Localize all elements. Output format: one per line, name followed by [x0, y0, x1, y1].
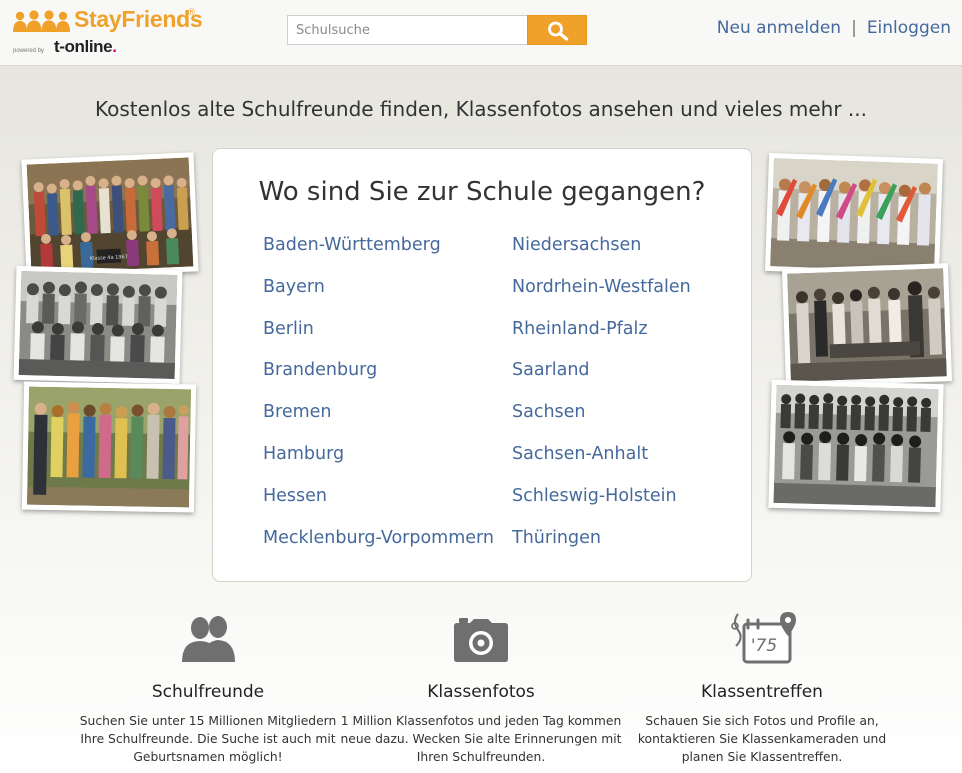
class-photo-left-1: Klasse 4a 1967 [21, 152, 199, 279]
header: StayFriends ® powered by t-online. Neu a… [0, 0, 962, 66]
brand-registered-mark: ® [187, 8, 196, 18]
auth-links: Neu anmelden | Einloggen [717, 18, 951, 38]
state-item: Sachsen [512, 402, 691, 444]
class-photo-left-2 [13, 265, 183, 385]
state-link-brandenburg[interactable]: Brandenburg [263, 360, 377, 380]
feature-description: Suchen Sie unter 15 Millionen Mitglieder… [79, 714, 337, 764]
state-link-thueringen[interactable]: Thüringen [512, 528, 601, 548]
state-item: Rheinland-Pfalz [512, 319, 691, 361]
class-photo-right-3 [768, 379, 944, 513]
reunion-calendar-icon: '75 [731, 612, 796, 664]
state-item: Berlin [263, 319, 494, 361]
logo-people-icon [13, 10, 70, 32]
state-item: Nordrhein-Westfalen [512, 277, 691, 319]
search-button[interactable] [527, 15, 587, 45]
state-item: Bayern [263, 277, 494, 319]
stayfriends-logo[interactable]: StayFriends ® powered by t-online. [10, 4, 203, 62]
state-item: Brandenburg [263, 360, 494, 402]
state-item: Niedersachsen [512, 235, 691, 277]
feature-description: 1 Million Klassenfotos und jeden Tag kom… [340, 714, 622, 764]
state-link-hamburg[interactable]: Hamburg [263, 444, 344, 464]
auth-separator: | [851, 18, 857, 38]
register-link[interactable]: Neu anmelden [717, 18, 841, 38]
people-icon [182, 616, 235, 662]
partner-dot: . [112, 37, 117, 56]
feature-klassenfotos: Klassenfotos 1 Million Klassenfotos und … [331, 606, 631, 766]
class-photo-right-2 [781, 263, 953, 387]
camera-icon [454, 618, 508, 662]
state-selection-title: Wo sind Sie zur Schule gegangen? [258, 177, 706, 207]
search-icon [548, 21, 569, 41]
feature-title: Klassenfotos [427, 682, 535, 702]
state-item: Hessen [263, 486, 494, 528]
state-item: Baden-Württemberg [263, 235, 494, 277]
state-link-saarland[interactable]: Saarland [512, 360, 590, 380]
state-item: Hamburg [263, 444, 494, 486]
feature-description: Schauen Sie sich Fotos und Profile an, k… [637, 714, 887, 764]
state-link-berlin[interactable]: Berlin [263, 319, 314, 339]
state-link-mecklenburg-vorpommern[interactable]: Mecklenburg-Vorpommern [263, 528, 494, 548]
state-item: Saarland [512, 360, 691, 402]
state-link-bayern[interactable]: Bayern [263, 277, 325, 297]
state-selection-panel: Wo sind Sie zur Schule gegangen? Baden-W… [212, 148, 752, 582]
brand-name: StayFriends [74, 6, 203, 32]
reunion-year-label: '75 [751, 636, 777, 656]
feature-schulfreunde: Schulfreunde Suchen Sie unter 15 Million… [58, 606, 358, 766]
partner-logo: t-online. [54, 37, 117, 57]
state-link-sachsen[interactable]: Sachsen [512, 402, 586, 422]
tagline: Kostenlos alte Schulfreunde finden, Klas… [95, 97, 867, 121]
partner-name: t-online [54, 37, 113, 56]
state-item: Thüringen [512, 528, 691, 570]
school-search [287, 15, 587, 45]
state-link-nordrhein-westfalen[interactable]: Nordrhein-Westfalen [512, 277, 691, 297]
state-link-hessen[interactable]: Hessen [263, 486, 327, 506]
state-item: Schleswig-Holstein [512, 486, 691, 528]
state-link-schleswig-holstein[interactable]: Schleswig-Holstein [512, 486, 677, 506]
state-link-rheinland-pfalz[interactable]: Rheinland-Pfalz [512, 319, 648, 339]
feature-klassentreffen: '75 Klassentreffen Schauen Sie sich Foto… [612, 606, 912, 766]
state-link-bremen[interactable]: Bremen [263, 402, 332, 422]
feature-title: Klassentreffen [701, 682, 823, 702]
state-item: Sachsen-Anhalt [512, 444, 691, 486]
state-link-baden-wuerttemberg[interactable]: Baden-Württemberg [263, 235, 441, 255]
state-item: Mecklenburg-Vorpommern [263, 528, 494, 570]
login-link[interactable]: Einloggen [867, 18, 951, 38]
state-list-left: Baden-Württemberg Bayern Berlin Brandenb… [263, 235, 494, 569]
state-item: Bremen [263, 402, 494, 444]
powered-by-label: powered by [13, 48, 45, 54]
class-photo-right-1 [764, 152, 944, 278]
feature-title: Schulfreunde [151, 682, 265, 702]
state-link-niedersachsen[interactable]: Niedersachsen [512, 235, 641, 255]
class-photo-left-3 [21, 381, 197, 513]
school-search-input[interactable] [287, 15, 527, 45]
state-link-sachsen-anhalt[interactable]: Sachsen-Anhalt [512, 444, 648, 464]
state-list-right: Niedersachsen Nordrhein-Westfalen Rheinl… [512, 235, 691, 569]
